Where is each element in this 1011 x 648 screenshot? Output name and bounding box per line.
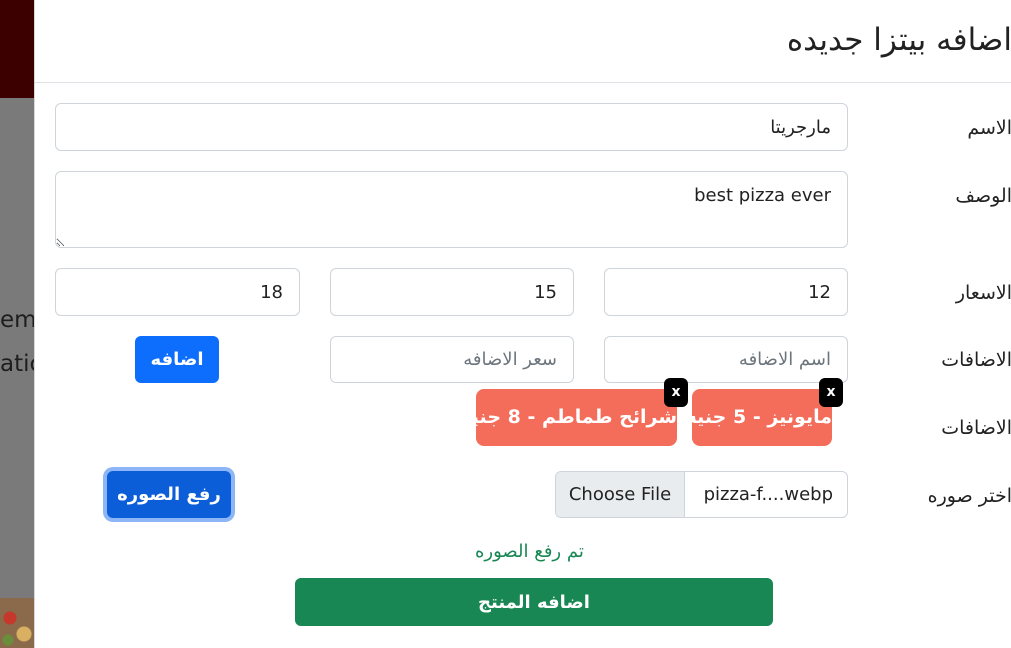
background-page: em atic [0,0,34,648]
price-input-2[interactable] [330,268,574,316]
add-product-button[interactable]: اضافه المنتج [295,578,773,626]
prices-label: الاسعار [955,282,1011,304]
add-pizza-modal: اضافه بيتزا جديده الاسم الوصف best pizza… [34,0,1011,648]
name-label: الاسم [967,117,1011,139]
background-text-line2: atic [0,351,34,377]
choose-file-button[interactable]: Choose File [556,472,685,517]
remove-addon-button[interactable]: x [664,378,688,407]
description-textarea[interactable]: best pizza ever [55,171,848,248]
addon-chip: مايونيز - 5 جنيه x [686,378,843,446]
addon-price-input[interactable] [330,336,574,383]
file-name: pizza-f....webp [703,484,833,505]
addons-list-label: الاضافات [941,417,1011,439]
background-header [0,0,34,98]
modal-title: اضافه بيتزا جديده [786,22,1011,58]
file-input[interactable]: Choose File pizza-f....webp [555,471,848,518]
image-label: اختر صوره [927,485,1011,507]
background-pizza-image [0,598,34,648]
background-text-line1: em [0,307,34,333]
price-input-3[interactable] [55,268,300,316]
description-label: الوصف [955,185,1011,207]
add-addon-button[interactable]: اضافه [135,336,219,383]
addon-input-label: الاضافات [941,349,1011,371]
remove-addon-button[interactable]: x [819,378,843,407]
addon-name-input[interactable] [604,336,848,383]
upload-image-button[interactable]: رفع الصوره [107,471,231,518]
addon-chip-text: مايونيز - 5 جنيه [685,406,832,428]
name-input[interactable] [55,103,848,151]
upload-status: تم رفع الصوره [475,541,584,562]
addon-chip: شرائح طماطم - 8 جنيه x [460,378,688,446]
addon-chip-text: شرائح طماطم - 8 جنيه [460,406,677,428]
header-divider [35,82,1011,83]
price-input-1[interactable] [604,268,848,316]
